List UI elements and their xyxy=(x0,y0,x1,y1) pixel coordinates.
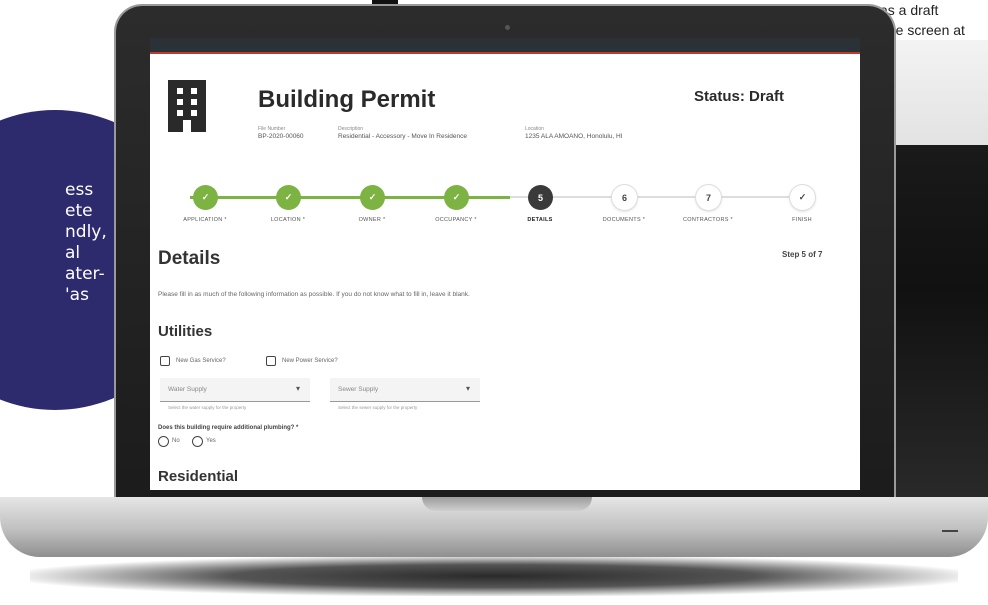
instructions-text: Please fill in as much of the following … xyxy=(158,291,470,298)
laptop-shadow xyxy=(30,556,958,596)
step-label: FINISH xyxy=(792,217,812,223)
plumbing-yes-radio[interactable] xyxy=(192,436,203,447)
plumbing-question: Does this building require additional pl… xyxy=(158,425,299,431)
meta-label: Description xyxy=(338,126,364,132)
section-heading-utilities: Utilities xyxy=(158,323,213,340)
promo-text-line: 'as xyxy=(65,285,89,305)
section-heading-residential: Residential xyxy=(158,468,239,485)
indicator-light xyxy=(942,530,958,532)
meta-label: File Number xyxy=(258,126,286,132)
step-label: LOCATION * xyxy=(270,217,306,223)
check-icon: ✓ xyxy=(452,192,461,202)
stepper-remaining-line xyxy=(510,196,802,198)
marketing-scene: ess ete ndly, al ater- 'as as a draft me… xyxy=(0,0,988,605)
chevron-down-icon: ▾ xyxy=(465,384,470,393)
plumbing-no-label: No xyxy=(172,438,180,444)
laptop-screen: Building Permit Status: Draft File Numbe… xyxy=(150,38,860,490)
step-label: APPLICATION * xyxy=(183,217,227,223)
step-occupancy[interactable]: ✓ xyxy=(444,185,469,210)
page-title: Building Permit xyxy=(258,86,436,113)
status-badge: Status: Draft xyxy=(694,88,785,105)
building-icon xyxy=(168,80,206,132)
step-details[interactable]: 5 xyxy=(528,185,553,210)
plumbing-no-radio[interactable] xyxy=(158,436,169,447)
sewer-supply-select[interactable]: Sewer Supply ▾ xyxy=(330,378,480,402)
meta-value: Residential - Accessory - Move In Reside… xyxy=(338,133,467,140)
section-heading-details: Details xyxy=(158,248,221,269)
water-supply-help: Select the water supply for the property xyxy=(168,405,247,410)
step-number: 5 xyxy=(537,192,543,203)
promo-text-line: ete xyxy=(65,201,93,221)
step-contractors[interactable]: 7 xyxy=(696,185,721,210)
app-top-bar xyxy=(150,38,860,54)
promo-text-line: ater- xyxy=(65,264,105,284)
meta-value: 1235 ALA AMOANO, Honolulu, HI xyxy=(525,133,623,140)
step-counter: Step 5 of 7 xyxy=(782,250,823,259)
step-number: 7 xyxy=(705,192,711,203)
step-label: CONTRACTORS * xyxy=(683,217,733,223)
step-label: OCCUPANCY * xyxy=(435,217,477,223)
gas-service-checkbox[interactable] xyxy=(160,356,170,366)
gas-service-label: New Gas Service? xyxy=(176,358,226,364)
promo-text-line: ndly, xyxy=(65,222,107,242)
plumbing-yes-label: Yes xyxy=(206,438,216,444)
caption-line: me screen at xyxy=(884,22,965,38)
check-icon: ✓ xyxy=(201,192,210,202)
step-application[interactable]: ✓ xyxy=(193,185,218,210)
step-owner[interactable]: ✓ xyxy=(360,185,385,210)
water-supply-select[interactable]: Water Supply ▾ xyxy=(160,378,310,402)
step-finish[interactable]: ✓ xyxy=(790,185,815,210)
step-number: 6 xyxy=(621,192,627,203)
step-location[interactable]: ✓ xyxy=(276,185,301,210)
laptop-notch xyxy=(422,497,592,511)
power-service-checkbox[interactable] xyxy=(266,356,276,366)
promo-text-line: ess xyxy=(65,180,94,200)
step-label: OWNER * xyxy=(358,217,386,223)
chevron-down-icon: ▾ xyxy=(295,384,300,393)
sewer-supply-help: Select the sewer supply for the property xyxy=(338,405,418,410)
power-service-label: New Power Service? xyxy=(282,358,338,364)
water-supply-value: Water Supply xyxy=(168,386,207,393)
meta-label: Location xyxy=(525,126,544,132)
camera-icon xyxy=(505,25,510,30)
sewer-supply-value: Sewer Supply xyxy=(338,386,379,393)
meta-value: BP-2020-00060 xyxy=(258,133,304,140)
step-label: DETAILS xyxy=(527,217,553,223)
promo-text-line: al xyxy=(65,243,81,263)
step-label: DOCUMENTS * xyxy=(602,217,646,223)
check-icon: ✓ xyxy=(284,192,293,202)
check-icon: ✓ xyxy=(368,192,377,202)
step-documents[interactable]: 6 xyxy=(612,185,637,210)
check-icon: ✓ xyxy=(798,192,807,202)
